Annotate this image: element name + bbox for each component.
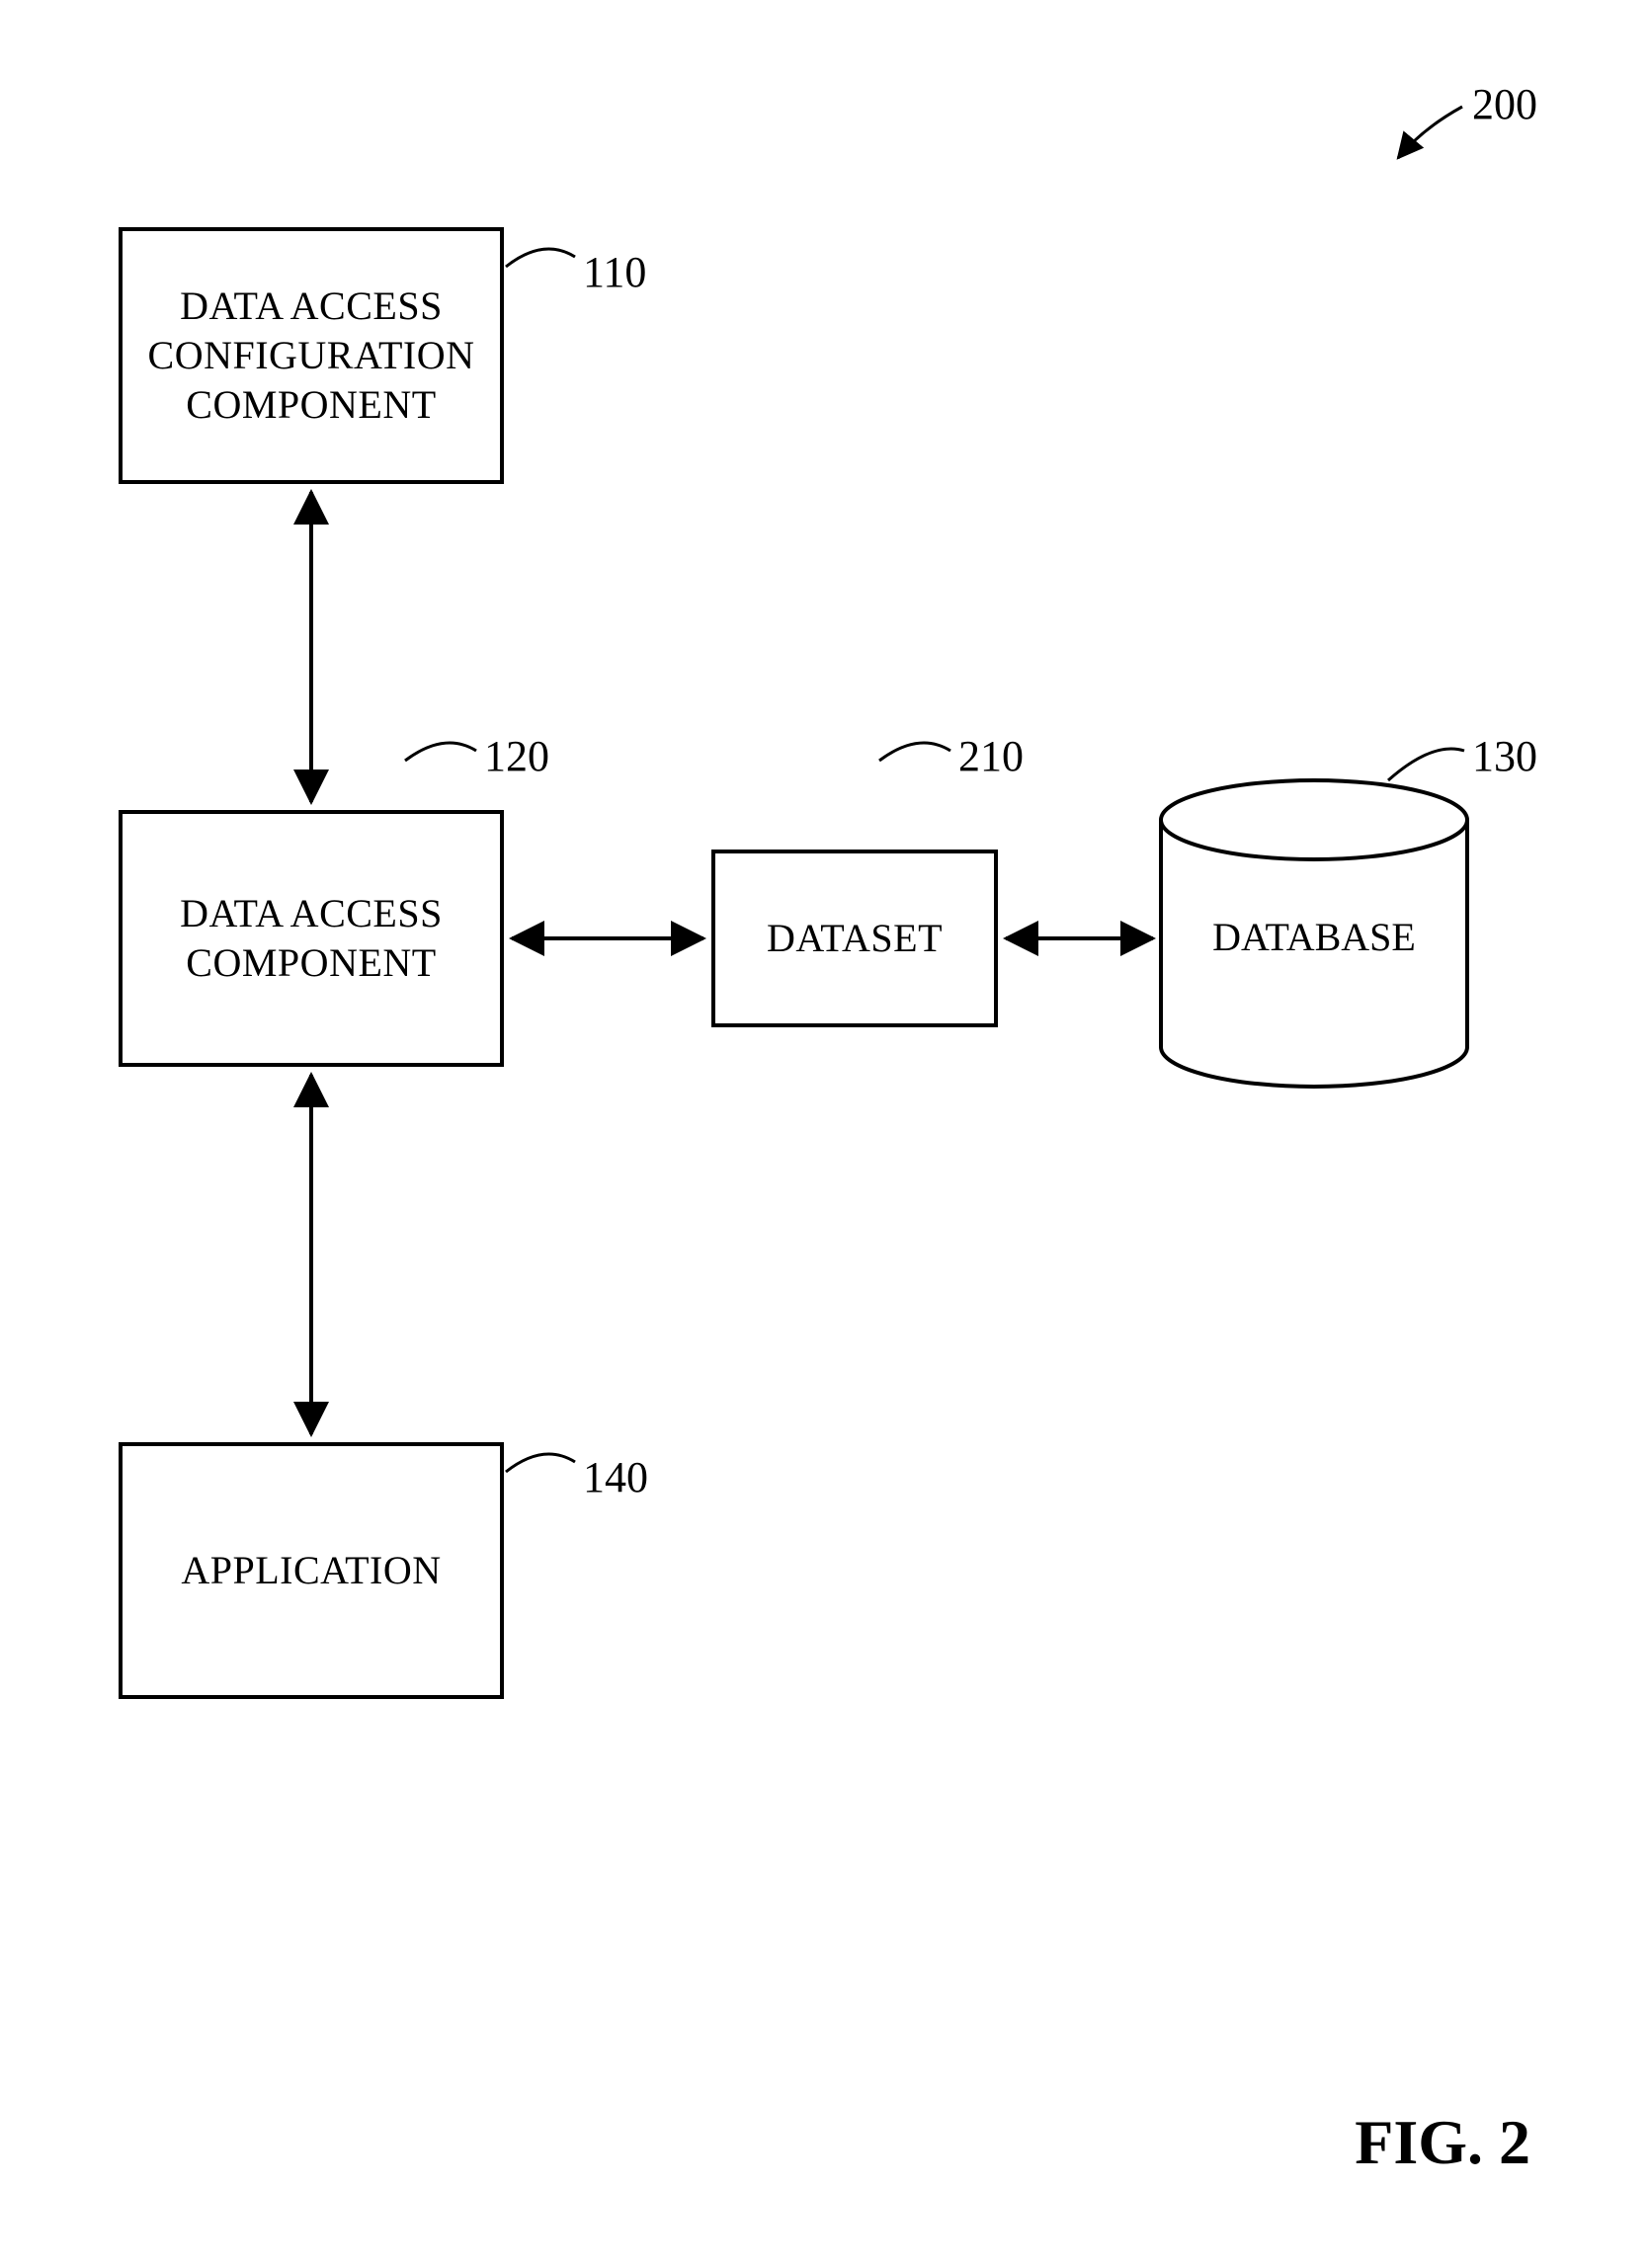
ref-access: 120 [484, 731, 549, 781]
leader-120 [405, 743, 476, 761]
ref-dataset: 210 [958, 731, 1024, 781]
block-access-label: DATA ACCESSCOMPONENT [180, 889, 443, 988]
leader-140 [506, 1454, 575, 1472]
leader-210 [879, 743, 950, 761]
block-config: DATA ACCESSCONFIGURATIONCOMPONENT [119, 227, 504, 484]
figure-canvas: DATA ACCESSCONFIGURATIONCOMPONENT DATA A… [0, 0, 1649, 2268]
block-dataset-label: DATASET [767, 914, 943, 963]
block-dataset: DATASET [711, 850, 998, 1027]
ref-database: 130 [1472, 731, 1537, 781]
block-access: DATA ACCESSCOMPONENT [119, 810, 504, 1067]
ref-config: 110 [583, 247, 646, 297]
leader-130 [1388, 749, 1464, 780]
figure-ref: 200 [1472, 79, 1537, 129]
leader-110 [506, 249, 575, 267]
block-app-label: APPLICATION [181, 1546, 441, 1595]
block-app: APPLICATION [119, 1442, 504, 1699]
block-database-label: DATABASE [1161, 914, 1467, 960]
leader-200 [1398, 107, 1462, 158]
ref-app: 140 [583, 1452, 648, 1502]
block-config-label: DATA ACCESSCONFIGURATIONCOMPONENT [148, 282, 475, 430]
figure-caption: FIG. 2 [1355, 2106, 1530, 2179]
